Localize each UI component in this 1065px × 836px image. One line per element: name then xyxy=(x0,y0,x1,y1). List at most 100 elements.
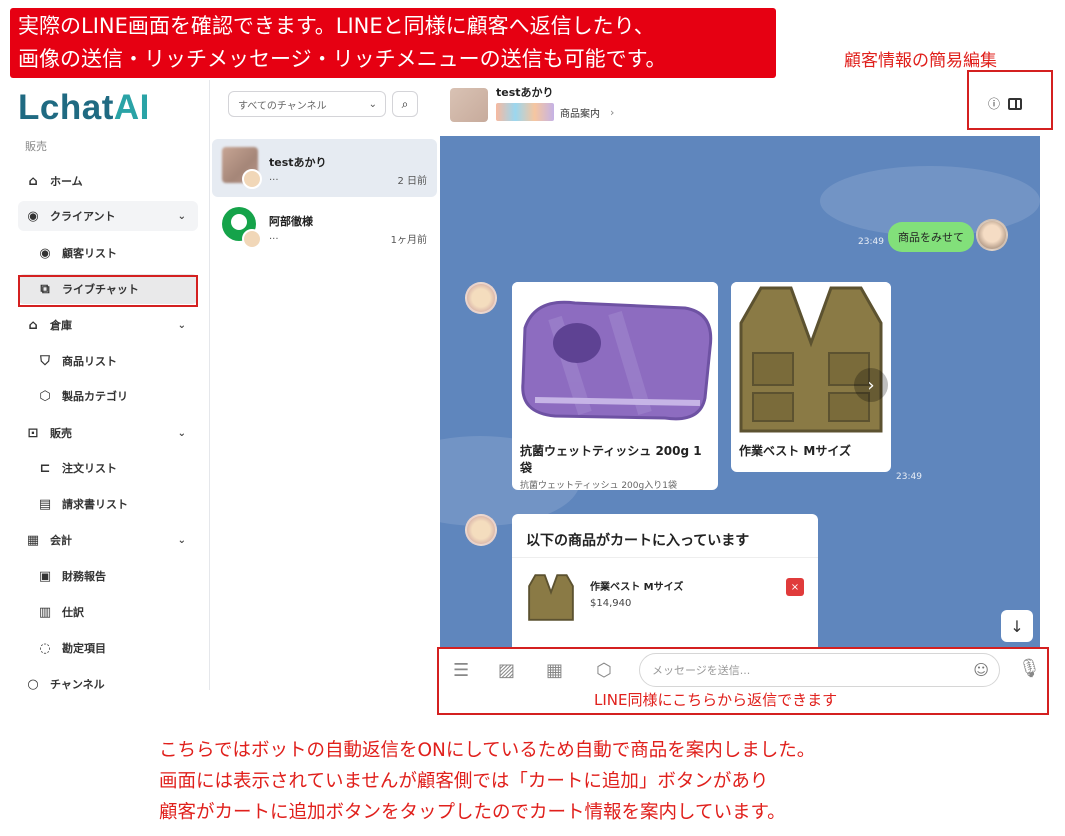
annotation-top-banner: 実際のLINE画面を確認できます。LINEと同様に顧客へ返信したり、 画像の送信… xyxy=(10,8,776,78)
close-icon: × xyxy=(790,581,800,593)
cart-icon: ⊏ xyxy=(39,460,51,476)
conversation-name: testあかり xyxy=(269,156,327,169)
product-image xyxy=(731,282,891,434)
annotation-customer-edit: 顧客情報の簡易編集 xyxy=(844,51,997,71)
conversation-name: 阿部徹様 xyxy=(269,215,313,228)
home-icon: ⌂ xyxy=(28,173,38,189)
cart-item-price: $14,940 xyxy=(590,598,632,609)
chevron-down-icon: ⌄ xyxy=(368,98,377,110)
emoji-icon[interactable]: ☺ xyxy=(973,661,989,679)
work-vest-image xyxy=(739,286,883,433)
sidebar-item-journal[interactable]: ▥ 仕訳 xyxy=(18,597,198,627)
chevron-down-icon: ⌄ xyxy=(177,210,186,222)
package-icon[interactable]: ⬡ xyxy=(596,660,612,681)
annotation-bottom-line-3: 顧客がカートに追加ボタンをタップしたのでカート情報を案内しています。 xyxy=(159,802,786,823)
user-circle-icon: ◉ xyxy=(39,245,51,261)
invoice-icon: ▤ xyxy=(38,496,52,512)
arrow-down-icon: ↓ xyxy=(1010,616,1024,636)
remove-item-button[interactable]: × xyxy=(786,578,804,596)
sidebar-item-accounting[interactable]: ▦ 会計 ⌄ xyxy=(18,525,198,555)
chevron-down-icon: ⌄ xyxy=(177,427,186,439)
sidebar-item-account-items[interactable]: ◌ 勘定項目 xyxy=(18,633,198,663)
channel-filter-select[interactable]: すべてのチャンネル ⌄ xyxy=(228,91,386,117)
annotation-top-line-1: 実際のLINE画面を確認できます。LINEと同様に顧客へ返信したり、 xyxy=(18,14,655,38)
sidebar-item-financial-report[interactable]: ▣ 財務報告 xyxy=(18,561,198,591)
sidebar-item-sales[interactable]: ⊡ 販売 ⌄ xyxy=(18,418,198,448)
conversation-item[interactable]: testあかり ... 2 日前 xyxy=(212,139,437,197)
app-logo: LchatAI xyxy=(18,88,150,127)
report-icon: ▣ xyxy=(38,568,52,584)
sidebar-item-product-category[interactable]: ⬡ 製品カテゴリ xyxy=(18,381,198,411)
sidebar-item-product-list[interactable]: ⛉ 商品リスト xyxy=(18,346,198,376)
message-input-placeholder: メッセージを送信... xyxy=(652,664,751,677)
annotation-reply-hint: LINE同様にこちらから返信できます xyxy=(594,691,838,709)
sidebar-section-label: 販売 xyxy=(25,140,47,153)
wet-tissue-image xyxy=(521,300,713,421)
rich-menu-selector[interactable]: 商品案内 › xyxy=(496,100,634,124)
chevron-right-icon: › xyxy=(610,105,615,119)
menu-icon[interactable]: ☰ xyxy=(453,660,469,681)
message-time: 23:49 xyxy=(896,472,922,482)
sidebar-item-channel[interactable]: ○ チャンネル xyxy=(18,669,198,699)
ledger-icon: ▦ xyxy=(26,532,40,548)
chevron-right-icon: › xyxy=(867,374,875,396)
side-panel-icon[interactable] xyxy=(1008,97,1023,110)
account-icon: ◌ xyxy=(39,640,51,656)
annotation-bottom-line-1: こちらではボットの自動返信をONにしているため自動で商品を案内しました。 xyxy=(159,740,816,761)
annotation-box-live-chat xyxy=(18,275,198,307)
message-input[interactable]: メッセージを送信... ☺ xyxy=(639,653,1000,687)
product-card[interactable]: 抗菌ウェットティッシュ 200g 1袋 抗菌ウェットティッシュ 200g入り1袋 xyxy=(512,282,718,490)
chat-area[interactable]: 23:49 商品をみせて 抗菌ウェットティッシュ 200g 1袋 抗菌ウェットテ… xyxy=(440,136,1040,649)
help-icon[interactable]: ⓘ xyxy=(988,95,1000,112)
rich-menu-icon[interactable]: ▦ xyxy=(546,660,563,681)
scroll-down-button[interactable]: ↓ xyxy=(1001,610,1033,642)
annotation-top-line-2: 画像の送信・リッチメッセージ・リッチメニューの送信も可能です。 xyxy=(18,47,667,71)
sidebar-item-invoice-list[interactable]: ▤ 請求書リスト xyxy=(18,489,198,519)
header-actions: ⓘ xyxy=(988,95,1023,112)
product-title: 抗菌ウェットティッシュ 200g 1袋 xyxy=(520,444,702,475)
chat-header-name: testあかり xyxy=(496,86,554,99)
rich-menu-label: 商品案内 xyxy=(560,108,600,120)
rich-menu-thumbnail xyxy=(496,103,554,121)
carousel-next-button[interactable]: › xyxy=(854,368,888,402)
product-title: 作業ベスト Mサイズ xyxy=(739,444,851,458)
search-icon: ⌕ xyxy=(401,96,409,111)
bot-avatar xyxy=(465,514,497,546)
conversation-item[interactable]: 阿部徹様 ... 1ヶ月前 xyxy=(212,198,437,256)
box-icon: ⬡ xyxy=(39,388,51,404)
user-avatar xyxy=(976,219,1008,251)
annotation-bottom-note: こちらではボットの自動返信をONにしているため自動で商品を案内しました。 画面に… xyxy=(159,735,815,828)
shirt-icon: ⛉ xyxy=(40,353,50,369)
image-icon[interactable]: ▨ xyxy=(498,660,515,681)
cart-item-image xyxy=(528,574,574,621)
conversation-time: 2 日前 xyxy=(397,176,427,187)
sidebar-item-home[interactable]: ⌂ ホーム xyxy=(18,166,198,196)
product-description: 抗菌ウェットティッシュ 200g入り1袋 xyxy=(520,481,677,490)
sidebar-item-client[interactable]: ◉ クライアント ⌄ xyxy=(18,201,198,231)
user-message-bubble: 商品をみせて xyxy=(888,222,974,252)
channel-avatar xyxy=(242,169,262,189)
channel-icon: ○ xyxy=(27,676,39,692)
channel-avatar xyxy=(242,229,262,249)
conversation-time: 1ヶ月前 xyxy=(390,235,427,246)
sidebar-item-customer-list[interactable]: ◉ 顧客リスト xyxy=(18,238,198,268)
sidebar-item-order-list[interactable]: ⊏ 注文リスト xyxy=(18,453,198,483)
conversation-preview: ... xyxy=(269,231,279,242)
sidebar-item-warehouse[interactable]: ⌂ 倉庫 ⌄ xyxy=(18,310,198,340)
search-button[interactable]: ⌕ xyxy=(392,91,418,117)
product-image xyxy=(512,282,718,434)
annotation-bottom-line-2: 画面には表示されていませんが顧客側では「カートに追加」ボタンがあり xyxy=(159,771,769,792)
cart-item-name: 作業ベスト Mサイズ xyxy=(590,582,684,593)
cart-header: 以下の商品がカートに入っています xyxy=(512,514,818,558)
journal-icon: ▥ xyxy=(38,604,52,620)
message-time: 23:49 xyxy=(858,237,884,247)
chevron-down-icon: ⌄ xyxy=(177,534,186,546)
basket-icon: ⊡ xyxy=(27,425,39,441)
microphone-icon[interactable]: 🎙 xyxy=(1018,658,1041,679)
sidebar-divider xyxy=(209,80,210,690)
chevron-down-icon: ⌄ xyxy=(177,319,186,331)
warehouse-icon: ⌂ xyxy=(28,317,38,333)
bot-avatar xyxy=(465,282,497,314)
conversation-preview: ... xyxy=(269,172,279,183)
user-circle-icon: ◉ xyxy=(27,208,39,224)
